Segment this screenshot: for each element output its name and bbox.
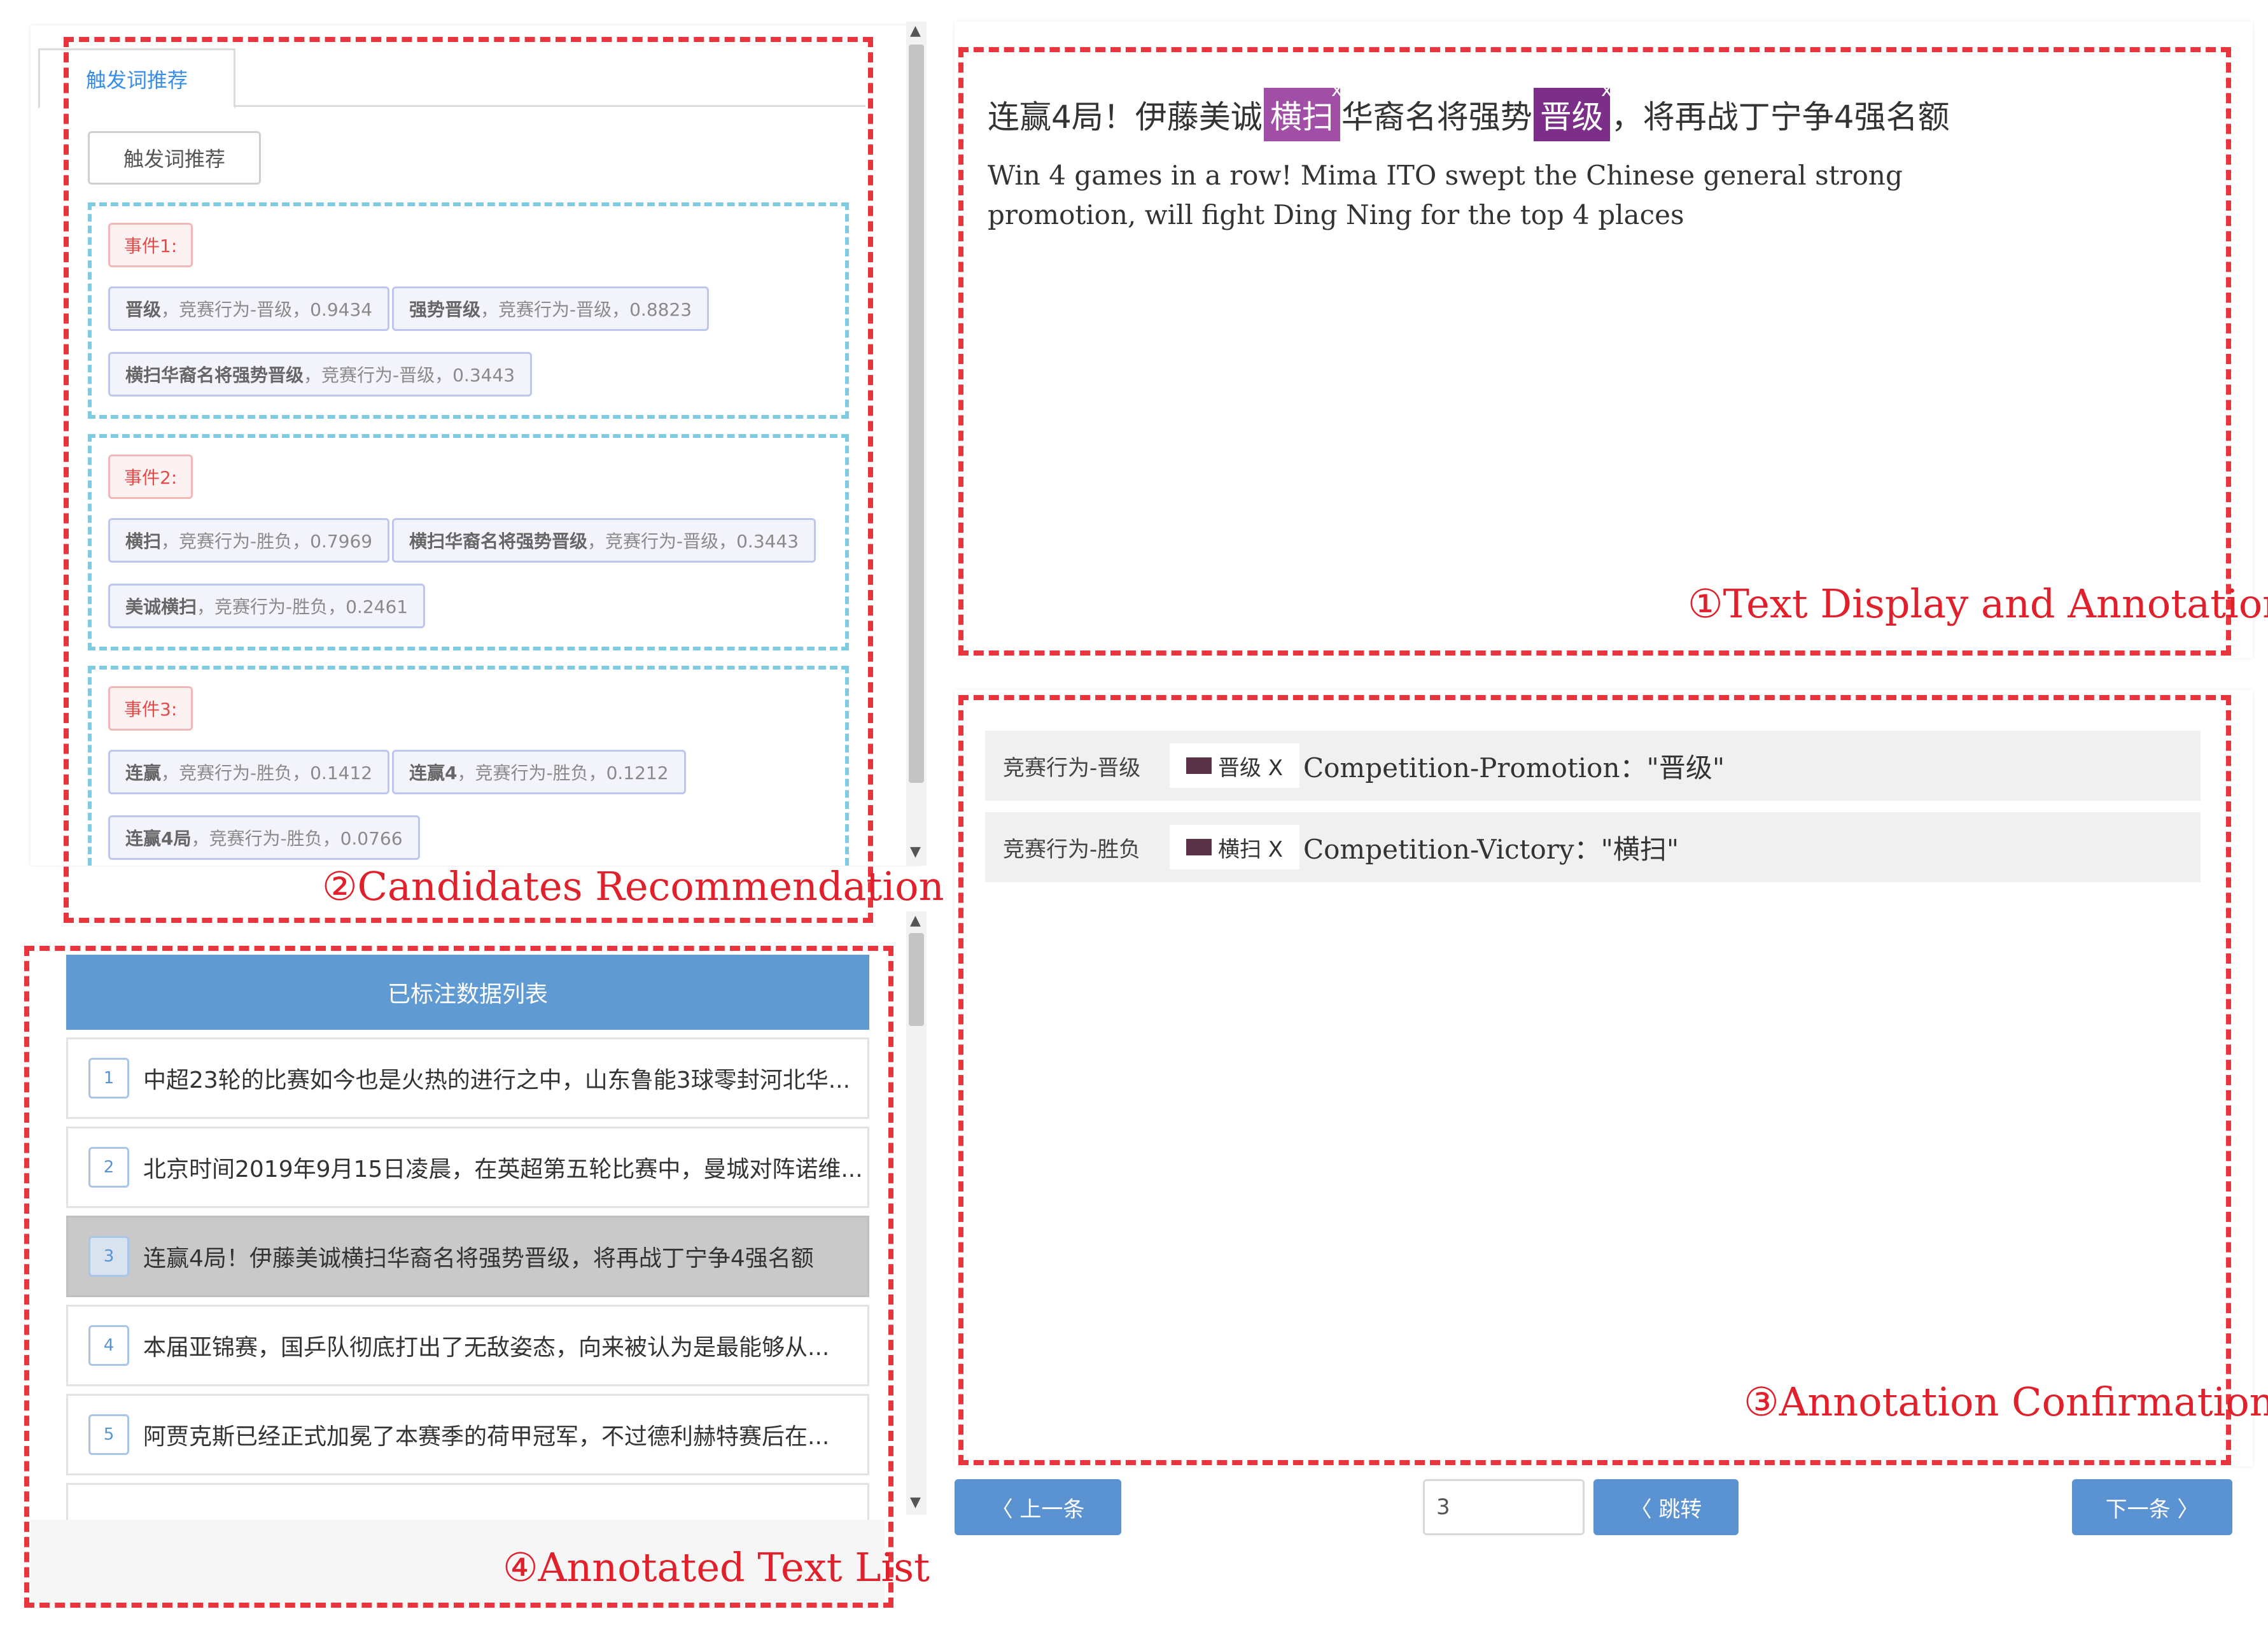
- scroll-down-icon[interactable]: ▼: [910, 1496, 921, 1510]
- annotation-frame-4: [24, 946, 893, 1608]
- annotation-frame-2: [64, 37, 873, 923]
- annotation-label-1: ①Text Display and Annotation: [1688, 580, 2268, 627]
- page-number-input[interactable]: [1423, 1479, 1585, 1535]
- candidates-scroll-thumb[interactable]: [909, 45, 924, 783]
- next-button[interactable]: 下一条 〉: [2072, 1479, 2232, 1535]
- prev-button[interactable]: 〈 上一条: [955, 1479, 1121, 1535]
- annotation-label-2: ②Candidates Recommendation: [322, 863, 944, 910]
- annotation-label-3: ③Annotation Confirmation: [1744, 1379, 2268, 1425]
- annotation-label-4: ④Annotated Text List: [503, 1544, 930, 1591]
- scroll-down-icon[interactable]: ▼: [910, 845, 921, 859]
- scroll-up-icon[interactable]: ▲: [910, 24, 921, 38]
- annotation-frame-1: [958, 47, 2231, 656]
- annotation-frame-3: [958, 695, 2231, 1465]
- list-scroll-thumb[interactable]: [909, 933, 924, 1026]
- scroll-up-icon[interactable]: ▲: [910, 914, 921, 928]
- jump-button[interactable]: 〈 跳转: [1593, 1479, 1739, 1535]
